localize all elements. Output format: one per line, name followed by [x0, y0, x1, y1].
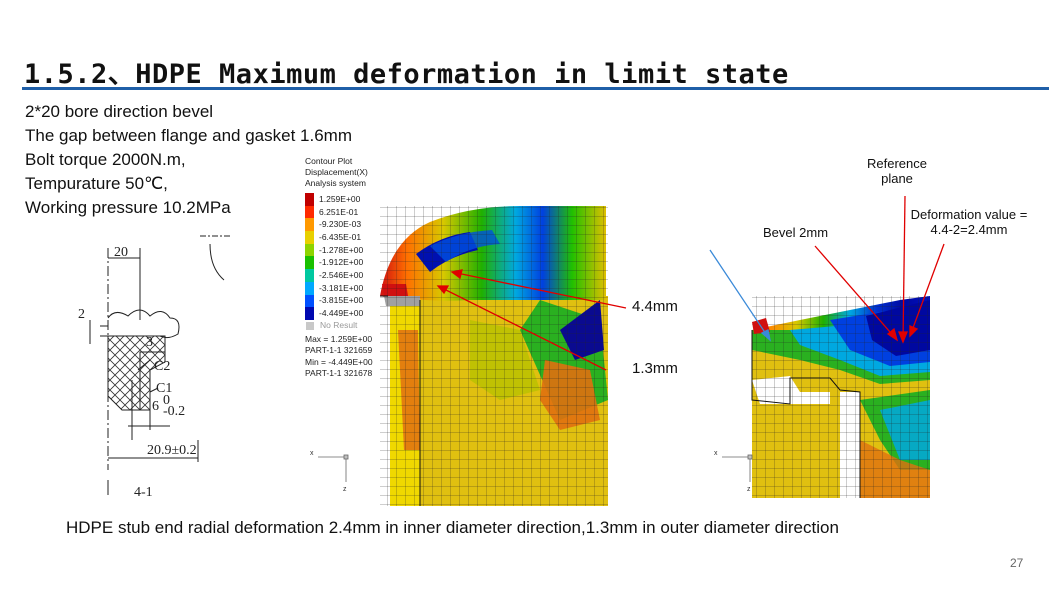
legend-entry: -3.815E+00: [305, 294, 373, 308]
label-deformation-value-line2: 4.4-2=2.4mm: [930, 222, 1008, 237]
dim-total: 20.9±0.2: [147, 443, 197, 458]
label-reference-plane-line2: plane: [881, 171, 913, 186]
legend-no-result-label: No Result: [320, 320, 358, 331]
page-number: 27: [1010, 556, 1024, 570]
legend-value: -1.278E+00: [319, 244, 364, 255]
legend-swatch: [305, 193, 314, 206]
legend-swatch: [305, 269, 314, 282]
legend-swatch: [305, 243, 314, 257]
legend-min: Min = -4.449E+00: [305, 356, 373, 367]
label-deformation-value-line1: Deformation value =: [910, 207, 1028, 222]
bevel-arrow: [709, 249, 772, 342]
legend-value: -3.181E+00: [319, 282, 364, 293]
figure-caption: HDPE stub end radial deformation 2.4mm i…: [66, 518, 839, 537]
legend-header-plot: Contour Plot: [305, 156, 353, 166]
label-reference-plane-line1: Reference: [867, 156, 927, 171]
axis-z-label-right: z: [747, 486, 751, 493]
legend-swatch: [305, 205, 314, 219]
axis-triad-middle: [318, 454, 349, 482]
drawing-fig-ref: 4-1: [134, 485, 153, 500]
legend-swatch: [305, 281, 314, 295]
legend-scale: 1.259E+00 6.251E-01 -9.230E-03 -6.435E-01 -1…: [305, 193, 373, 320]
legend-no-result-swatch: [306, 321, 314, 330]
legend-swatch: [305, 218, 314, 232]
legend-entry: -9.230E-03: [305, 218, 373, 232]
label-outer-deformation: 1.3mm: [632, 360, 678, 377]
legend-value: -3.815E+00: [319, 295, 364, 306]
legend-entry: -4.449E+00: [305, 307, 373, 320]
legend-max-node: PART-1-1 321659: [305, 345, 373, 356]
legend-value: -9.230E-03: [319, 219, 362, 230]
legend-swatch: [305, 307, 314, 320]
label-inner-deformation: 4.4mm: [632, 298, 678, 315]
legend-entry: -1.912E+00: [305, 256, 373, 270]
legend-value: -6.435E-01: [319, 231, 362, 242]
legend-entry: 6.251E-01: [305, 205, 373, 219]
legend-header-system: Analysis system: [305, 178, 366, 188]
contour-legend: Contour Plot Displacement(X) Analysis sy…: [305, 156, 373, 380]
axis-x-label-right: x: [714, 450, 718, 457]
legend-footer: Max = 1.259E+00 PART-1-1 321659 Min = -4…: [305, 334, 373, 380]
legend-value: 6.251E-01: [319, 206, 359, 217]
legend-value: -1.912E+00: [319, 257, 364, 268]
axis-z-label-middle: z: [343, 486, 347, 493]
label-chamfer: 3: [146, 335, 153, 350]
legend-entry: -1.278E+00: [305, 243, 373, 257]
label-deformation-value: Deformation value = 4.4-2=2.4mm: [902, 207, 1036, 237]
label-reference-plane: Reference plane: [858, 156, 936, 186]
axis-triad-right: [722, 454, 753, 482]
legend-min-node: PART-1-1 321678: [305, 368, 373, 379]
dim-gap: 2: [78, 307, 85, 322]
legend-max: Max = 1.259E+00: [305, 333, 373, 344]
legend-swatch: [305, 256, 314, 270]
legend-entry: -3.181E+00: [305, 281, 373, 295]
legend-value: -4.449E+00: [319, 308, 364, 319]
figure-canvas: 20 2 3 C2 C1 6 0 -0.2 20.9±0.2 4-1: [78, 195, 945, 506]
legend-swatch: [305, 231, 314, 244]
legend-entry: -6.435E-01: [305, 231, 373, 244]
legend-header-quantity: Displacement(X): [305, 167, 368, 177]
label-c2: C2: [154, 359, 170, 374]
legend-value: -2.546E+00: [319, 269, 364, 280]
fea-model-full: [380, 206, 608, 506]
legend-no-result: No Result: [305, 320, 373, 332]
legend-swatch: [305, 294, 314, 308]
legend-entry: -2.546E+00: [305, 269, 373, 282]
axis-x-label-middle: x: [310, 450, 314, 457]
legend-value: 1.259E+00: [319, 193, 361, 204]
dim-depth-tol-lower: -0.2: [163, 404, 185, 419]
legend-entry: 1.259E+00: [305, 193, 373, 206]
label-bevel: Bevel 2mm: [763, 225, 829, 240]
dim-width: 20: [114, 245, 128, 260]
dim-depth: 6: [152, 399, 159, 414]
